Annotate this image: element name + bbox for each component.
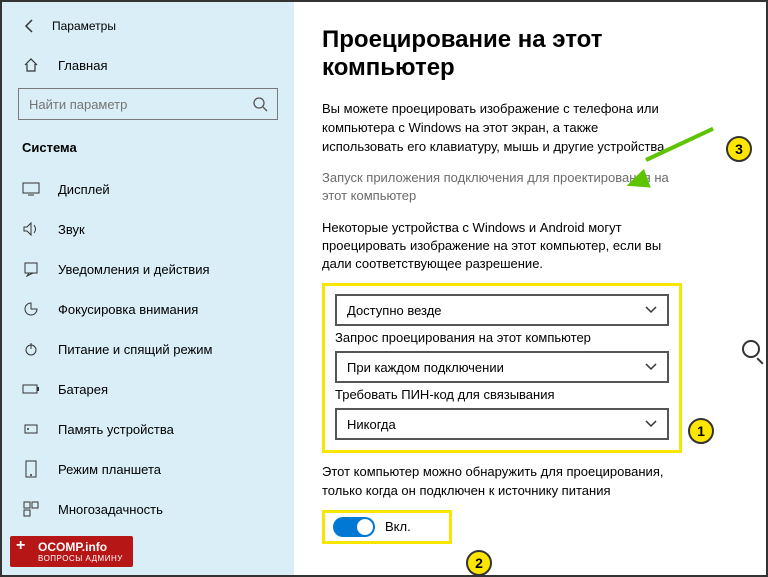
callout-2: 2: [466, 550, 492, 576]
ask-select[interactable]: При каждом подключении: [335, 351, 669, 383]
back-icon[interactable]: [22, 18, 38, 34]
toggle-label: Вкл.: [385, 519, 411, 534]
discover-toggle[interactable]: [333, 517, 375, 537]
sidebar-item-focus[interactable]: Фокусировка внимания: [2, 289, 294, 329]
window-title: Параметры: [52, 19, 116, 33]
ask-label: Запрос проецирования на этот компьютер: [335, 330, 669, 345]
pin-select[interactable]: Никогда: [335, 408, 669, 440]
display-icon: [22, 180, 40, 198]
sidebar-item-label: Питание и спящий режим: [58, 342, 212, 357]
sidebar-item-label: Режим планшета: [58, 462, 161, 477]
select-value: Никогда: [347, 417, 396, 432]
focus-icon: [22, 300, 40, 318]
watermark-tag: ВОПРОСЫ АДМИНУ: [38, 554, 123, 563]
storage-icon: [22, 420, 40, 438]
sidebar-item-sound[interactable]: Звук: [2, 209, 294, 249]
watermark: OCOMP.info ВОПРОСЫ АДМИНУ: [10, 536, 133, 567]
tablet-icon: [22, 460, 40, 478]
chevron-down-icon: [645, 363, 657, 371]
battery-icon: [22, 380, 40, 398]
power-icon: [22, 340, 40, 358]
magnify-icon[interactable]: [742, 340, 760, 358]
sidebar: Параметры Главная Система Дисплей Звук: [2, 2, 294, 575]
category-system: Система: [2, 130, 294, 169]
settings-window: Параметры Главная Система Дисплей Звук: [0, 0, 768, 577]
main-content: Проецирование на этот компьютер Вы может…: [294, 2, 766, 575]
select-value: При каждом подключении: [347, 360, 504, 375]
discover-toggle-row: Вкл.: [322, 510, 452, 544]
select-value: Доступно везде: [347, 303, 442, 318]
sidebar-item-tablet[interactable]: Режим планшета: [2, 449, 294, 489]
callout-3: 3: [726, 136, 752, 162]
sound-icon: [22, 220, 40, 238]
home-nav[interactable]: Главная: [2, 46, 294, 84]
search-wrap: [2, 84, 294, 130]
sidebar-item-battery[interactable]: Батарея: [2, 369, 294, 409]
sidebar-item-power[interactable]: Питание и спящий режим: [2, 329, 294, 369]
header-row: Параметры: [2, 14, 294, 46]
home-label: Главная: [58, 58, 107, 73]
availability-select[interactable]: Доступно везде: [335, 294, 669, 326]
sidebar-item-storage[interactable]: Память устройства: [2, 409, 294, 449]
sidebar-item-label: Фокусировка внимания: [58, 302, 198, 317]
pin-label: Требовать ПИН-код для связывания: [335, 387, 669, 402]
notifications-icon: [22, 260, 40, 278]
home-icon: [22, 56, 40, 74]
sidebar-item-label: Многозадачность: [58, 502, 163, 517]
sidebar-item-display[interactable]: Дисплей: [2, 169, 294, 209]
sidebar-item-notifications[interactable]: Уведомления и действия: [2, 249, 294, 289]
search-input[interactable]: [18, 88, 278, 120]
sidebar-item-label: Уведомления и действия: [58, 262, 210, 277]
page-title: Проецирование на этот компьютер: [322, 26, 738, 82]
sidebar-item-multitask[interactable]: Многозадачность: [2, 489, 294, 529]
chevron-down-icon: [645, 306, 657, 314]
multitask-icon: [22, 500, 40, 518]
callout-1: 1: [688, 418, 714, 444]
sidebar-item-label: Память устройства: [58, 422, 174, 437]
settings-group: Доступно везде Запрос проецирования на э…: [322, 283, 682, 453]
watermark-brand: OCOMP.info: [38, 540, 107, 554]
sidebar-item-label: Дисплей: [58, 182, 110, 197]
page-desc: Вы можете проецировать изображение с тел…: [322, 100, 682, 157]
discover-text: Этот компьютер можно обнаружить для прое…: [322, 463, 682, 499]
permission-text: Некоторые устройства с Windows и Android…: [322, 219, 682, 274]
sidebar-item-label: Батарея: [58, 382, 108, 397]
chevron-down-icon: [645, 420, 657, 428]
sidebar-item-label: Звук: [58, 222, 85, 237]
